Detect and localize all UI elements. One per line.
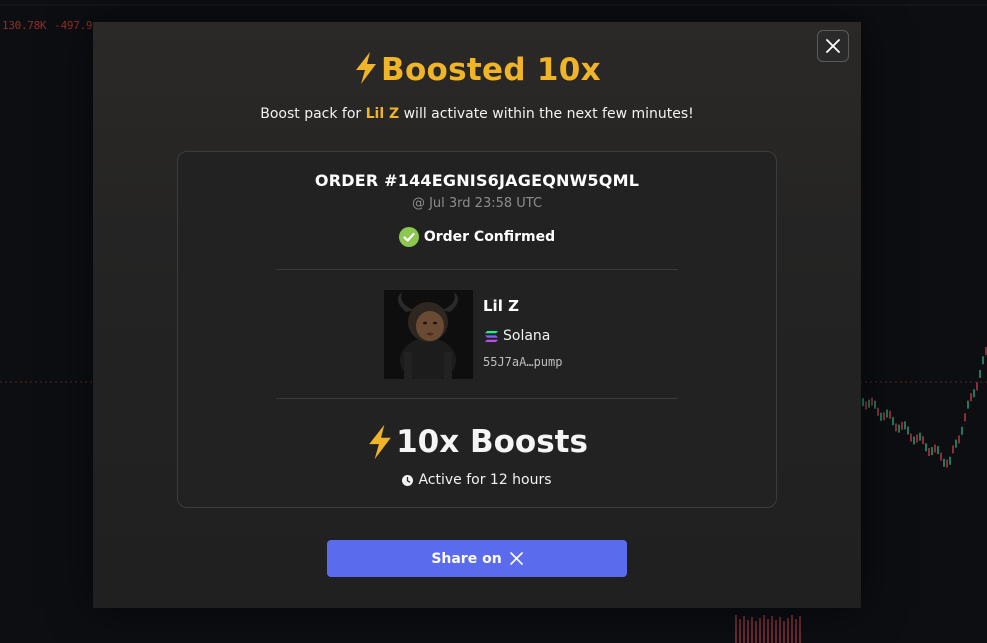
background-volume-bar — [743, 616, 745, 643]
background-candle — [865, 401, 867, 410]
share-button-label: Share on — [431, 550, 502, 567]
solana-icon — [485, 330, 498, 342]
background-volume-bar — [775, 620, 777, 643]
background-candle — [919, 432, 921, 441]
background-volume-bar — [791, 615, 793, 643]
background-candle — [874, 400, 876, 409]
token-address[interactable]: 55J7aA…pump — [483, 355, 562, 369]
background-candle — [877, 407, 879, 416]
background-candle — [976, 382, 978, 391]
background-candle — [964, 413, 966, 422]
background-candle — [922, 436, 924, 445]
x-logo-icon — [509, 552, 523, 565]
background-candle — [958, 435, 960, 444]
order-status: Order Confirmed — [178, 227, 776, 247]
background-candle — [967, 400, 969, 409]
boost-amount-text: 10x Boosts — [396, 424, 588, 460]
background-candle — [871, 397, 873, 406]
order-summary-card: ORDER #144EGNIS6JAGEQNW5QML @ Jul 3rd 23… — [177, 151, 777, 508]
share-on-x-button[interactable]: Share on — [327, 540, 627, 577]
background-candle — [973, 389, 975, 398]
background-volume-bar — [759, 618, 761, 643]
background-candle — [898, 424, 900, 433]
background-candle — [910, 433, 912, 442]
background-candle — [886, 409, 888, 418]
modal-subtitle: Boost pack for Lil Z will activate withi… — [260, 106, 694, 122]
background-candle — [937, 446, 939, 455]
clock-icon — [402, 474, 414, 486]
background-candle — [904, 421, 906, 430]
order-timestamp: @ Jul 3rd 23:58 UTC — [411, 196, 543, 211]
background-candle — [889, 410, 891, 419]
background-volume-bar — [787, 618, 789, 643]
background-candle — [880, 412, 882, 421]
background-candle — [901, 421, 903, 430]
background-volume-bar — [735, 615, 737, 643]
background-volume-bar — [771, 616, 773, 643]
divider — [276, 269, 678, 270]
background-candle — [982, 356, 984, 365]
background-candle — [895, 423, 897, 432]
background-candle — [955, 439, 957, 448]
background-volume-bar — [779, 617, 781, 643]
background-candle — [946, 459, 948, 468]
background-candle — [934, 444, 936, 453]
background-candle — [916, 434, 918, 443]
background-volume-bar — [739, 619, 741, 643]
background-candle — [970, 393, 972, 402]
background-volume-bar — [751, 617, 753, 643]
background-ticker: 130.78K -497.9 — [2, 19, 93, 32]
background-volume-bar — [755, 621, 757, 643]
modal-title-text: Boosted 10x — [381, 52, 601, 88]
background-candle — [892, 417, 894, 426]
background-candle — [940, 452, 942, 461]
background-candle — [979, 369, 981, 378]
background-candle — [862, 398, 864, 407]
background-candle — [943, 458, 945, 467]
background-volume-bar — [763, 615, 765, 643]
background-candle — [868, 399, 870, 408]
background-volume-bar — [799, 616, 801, 643]
background-volume-bar — [795, 619, 797, 643]
subtitle-token-name: Lil Z — [365, 106, 400, 122]
lightning-bolt-icon — [356, 52, 377, 84]
background-volume-bar — [767, 619, 769, 643]
boost-duration: Active for 12 hours — [178, 472, 776, 488]
background-candle — [952, 445, 954, 454]
background-candle — [931, 447, 933, 456]
token-avatar — [384, 290, 473, 379]
boost-confirmation-modal: Boosted 10x Boost pack for Lil Z will ac… — [93, 22, 861, 608]
divider — [276, 398, 678, 399]
background-candle — [913, 436, 915, 445]
close-icon — [826, 39, 840, 53]
check-circle-icon — [398, 227, 419, 247]
order-status-text: Order Confirmed — [423, 229, 556, 245]
token-chain: Solana — [484, 328, 550, 344]
background-candle — [907, 426, 909, 435]
background-candle — [883, 412, 885, 421]
background-volume-bar — [783, 621, 785, 643]
lightning-bolt-icon — [369, 424, 391, 460]
background-volume-bar — [747, 620, 749, 643]
boost-duration-text: Active for 12 hours — [418, 472, 552, 488]
order-id: ORDER #144EGNIS6JAGEQNW5QML — [314, 171, 640, 190]
token-name: Lil Z — [483, 297, 519, 315]
background-candle — [949, 456, 951, 465]
boost-amount: 10x Boosts — [178, 424, 776, 460]
background-candle — [928, 447, 930, 456]
background-candle — [961, 426, 963, 435]
modal-title: Boosted 10x — [93, 52, 861, 88]
token-chain-name: Solana — [503, 328, 551, 344]
background-candle — [925, 443, 927, 452]
